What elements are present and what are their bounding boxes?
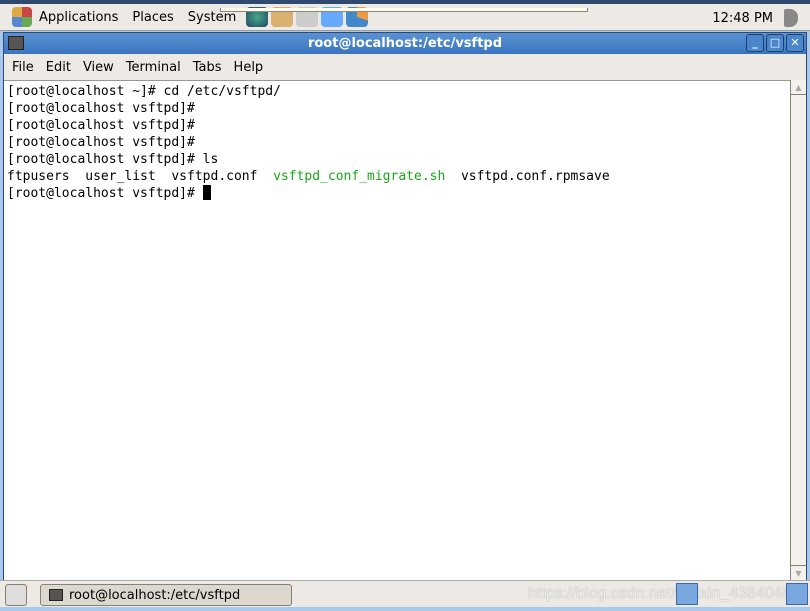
show-desktop-icon[interactable] — [5, 584, 27, 606]
title-bar[interactable]: root@localhost:/etc/vsftpd _ □ ✕ — [4, 33, 806, 54]
ls-output-line: ftpusers user_list vsftpd.conf vsftpd_co… — [7, 168, 790, 185]
menu-tabs[interactable]: Tabs — [189, 60, 230, 75]
terminal-line: [root@localhost vsftpd]# ls — [7, 152, 219, 167]
cursor — [202, 185, 211, 200]
terminal-icon[interactable] — [8, 36, 24, 50]
prompt: [root@localhost vsftpd]# — [7, 186, 203, 201]
maximize-button[interactable]: □ — [766, 34, 784, 52]
scroll-up-arrow-icon[interactable]: ▲ — [791, 80, 806, 95]
panel-drawer — [220, 8, 588, 12]
places-menu[interactable]: Places — [125, 10, 180, 25]
menu-bar: File Edit View Terminal Tabs Help — [4, 54, 806, 80]
menu-edit[interactable]: Edit — [42, 60, 79, 75]
taskbar-item-label: root@localhost:/etc/vsftpd — [69, 587, 241, 603]
file-name: vsftpd.conf.rpmsave — [445, 169, 610, 184]
minimize-button[interactable]: _ — [746, 34, 764, 52]
menu-terminal[interactable]: Terminal — [122, 60, 189, 75]
top-panel: Applications Places System 12:48 PM — [0, 0, 810, 31]
close-button[interactable]: ✕ — [786, 34, 804, 52]
menu-help[interactable]: Help — [230, 60, 272, 75]
terminal-line: [root@localhost vsftpd]# — [7, 135, 195, 150]
terminal-line: [root@localhost vsftpd]# — [7, 118, 195, 133]
file-names: ftpusers user_list vsftpd.conf — [7, 169, 274, 184]
clock[interactable]: 12:48 PM — [712, 11, 773, 26]
terminal-output[interactable]: [root@localhost ~]# cd /etc/vsftpd/ [root… — [4, 80, 790, 580]
workspace-2[interactable] — [786, 583, 808, 605]
watermark: https://blog.csdn.net/weixin_43840483 — [528, 585, 801, 602]
volume-muted-icon[interactable] — [784, 9, 798, 27]
vertical-scrollbar[interactable]: ▲ ▼ — [790, 80, 806, 580]
terminal-window: root@localhost:/etc/vsftpd _ □ ✕ File Ed… — [3, 32, 807, 580]
executable-file-name: vsftpd_conf_migrate.sh — [273, 169, 446, 184]
menu-file[interactable]: File — [8, 60, 42, 75]
gnome-foot-icon — [12, 7, 32, 27]
terminal-line: [root@localhost ~]# cd /etc/vsftpd/ — [7, 84, 281, 99]
scroll-down-arrow-icon[interactable]: ▼ — [791, 565, 806, 580]
applications-menu[interactable]: Applications — [32, 10, 125, 25]
terminal-line: [root@localhost vsftpd]# — [7, 101, 195, 116]
window-title: root@localhost:/etc/vsftpd — [307, 36, 503, 51]
menu-view[interactable]: View — [79, 60, 122, 75]
terminal-icon — [49, 589, 63, 601]
taskbar-item-terminal[interactable]: root@localhost:/etc/vsftpd — [40, 584, 292, 606]
prompt-line: [root@localhost vsftpd]# — [7, 185, 790, 202]
bottom-panel: root@localhost:/etc/vsftpd https://blog.… — [0, 580, 810, 607]
workspace-1[interactable] — [676, 583, 698, 605]
